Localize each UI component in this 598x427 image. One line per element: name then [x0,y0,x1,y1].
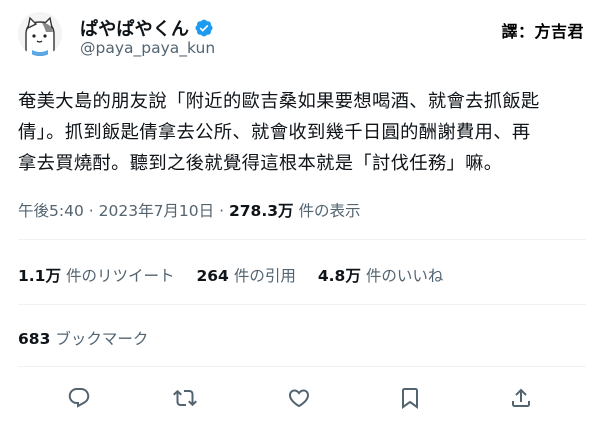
reply-button[interactable] [64,383,94,413]
bookmark-icon [402,388,418,409]
meta-separator: · [219,202,225,220]
cat-avatar-icon[interactable] [18,12,62,56]
retweets-stat[interactable]: 1.1万 件のリツイート [18,264,174,286]
verified-badge-icon [194,18,214,38]
translator-credit: 譯：方吉君 [501,22,584,41]
share-icon [512,388,530,407]
retweets-count: 1.1万 [18,267,61,285]
likes-stat[interactable]: 4.8万 件のいいね [318,264,443,286]
retweet-button[interactable] [170,383,200,413]
meta-separator: · [88,202,94,220]
reply-icon [68,388,90,408]
bookmarks-stat[interactable]: 683 ブックマーク [18,327,148,349]
divider [18,304,586,305]
divider [18,239,586,240]
bookmarks-label: ブックマーク [55,330,149,348]
retweets-label: 件のリツイート [65,267,175,285]
author-display-name[interactable]: ぱやぱやくん [80,15,189,41]
tweet-card: ぱやぱやくん @paya_paya_kun 譯：方吉君 奄美大島的朋友說「附近的… [0,0,598,427]
tweet-text: 奄美大島的朋友說「附近的歐吉桑如果要想喝酒、就會去抓飯匙 倩」。抓到飯匙倩拿去公… [18,86,588,179]
quotes-label: 件の引用 [233,267,296,285]
engagement-stats: 1.1万 件のリツイート 264 件の引用 4.8万 件のいいね [18,264,443,286]
tweet-date[interactable]: 2023年7月10日 [99,202,215,220]
action-bar [0,383,598,415]
likes-count: 4.8万 [317,267,361,285]
quotes-count: 264 [196,267,229,285]
tweet-text-line: 拿去買燒酎。聽到之後就覺得這根本就是「討伐任務」嘛。 [18,153,503,174]
tweet-text-line: 倩」。抓到飯匙倩拿去公所、就會收到幾千日圓的酬謝費用、再 [18,122,531,143]
tweet-text-line: 奄美大島的朋友說「附近的歐吉桑如果要想喝酒、就會去抓飯匙 [18,91,540,112]
author-handle[interactable]: @paya_paya_kun [80,39,215,57]
heart-icon [288,389,310,408]
tweet-meta: 午後5:40 · 2023年7月10日 · 278.3万 件の表示 [18,199,360,221]
retweet-icon [173,389,197,407]
divider [18,366,586,367]
share-button[interactable] [506,383,536,413]
views-count: 278.3万 [228,202,294,220]
author-name-row: ぱやぱやくん [80,15,214,41]
like-button[interactable] [284,383,314,413]
quotes-stat[interactable]: 264 件の引用 [196,264,295,286]
likes-label: 件のいいね [365,267,444,285]
views-label: 件の表示 [298,202,361,220]
bookmark-button[interactable] [395,383,425,413]
tweet-time[interactable]: 午後5:40 [18,202,84,220]
bookmarks-count: 683 [18,330,51,348]
